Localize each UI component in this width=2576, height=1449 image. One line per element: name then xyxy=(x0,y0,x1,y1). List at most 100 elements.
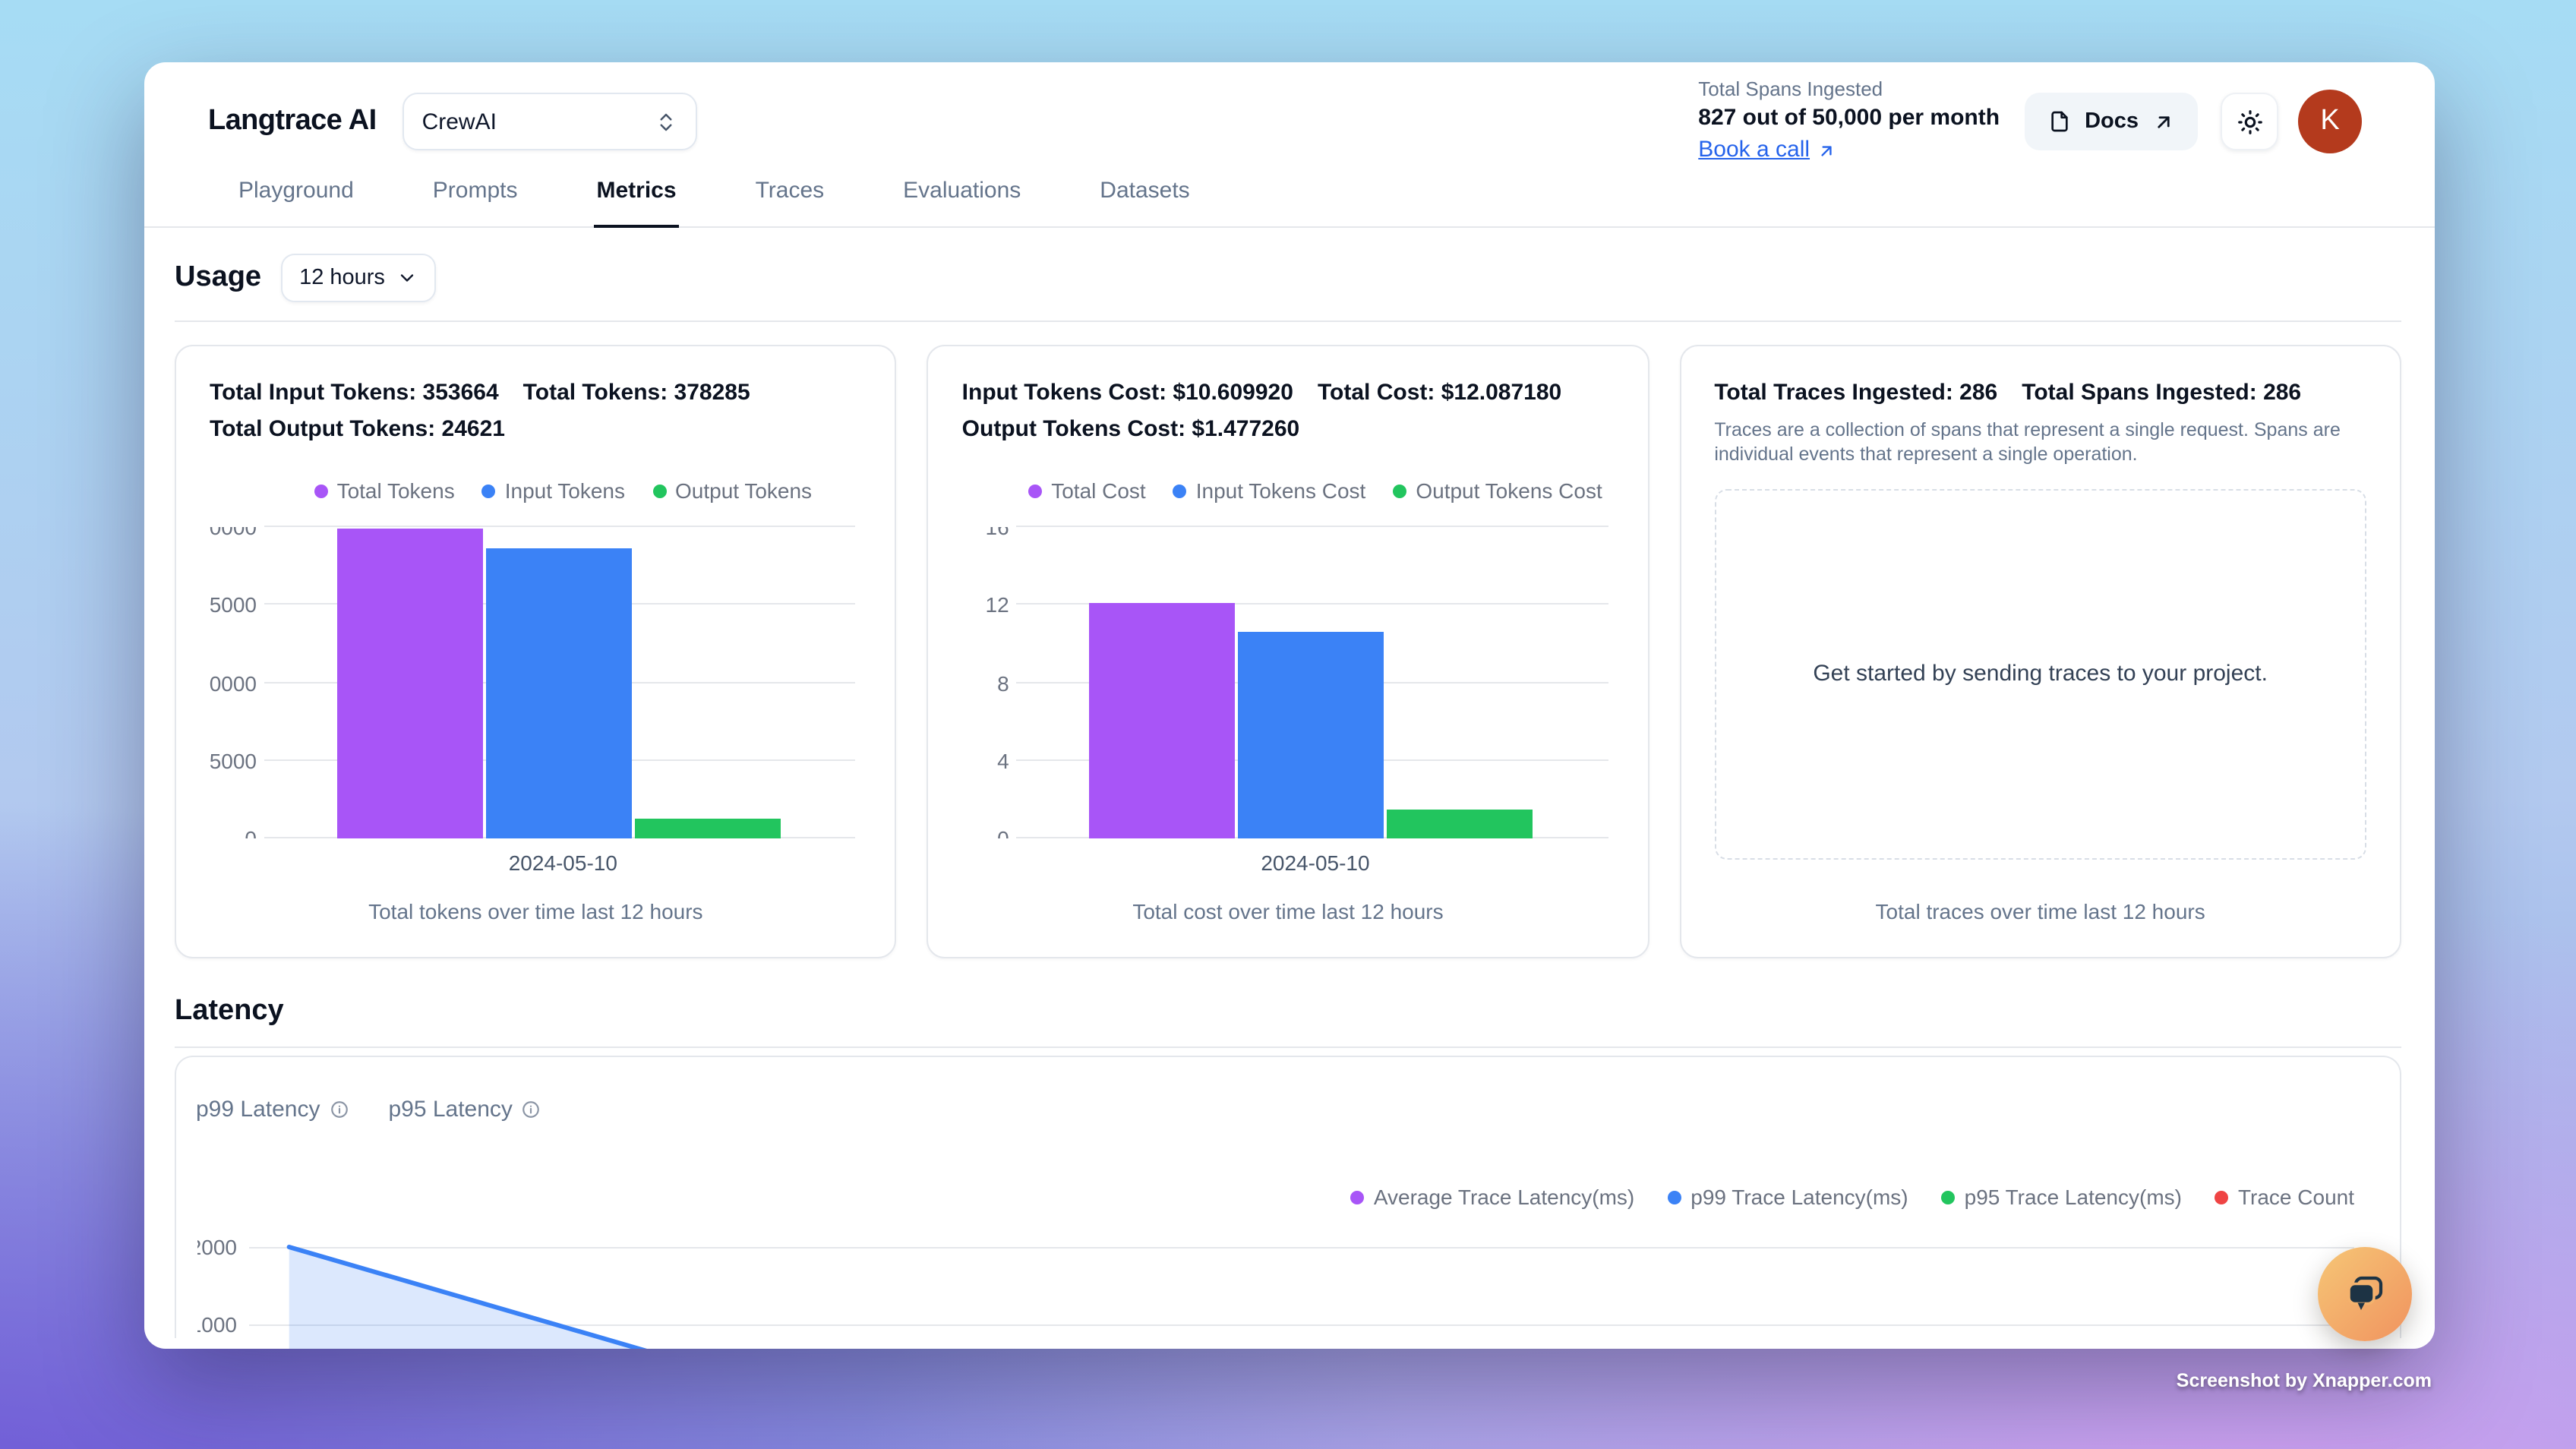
legend-dot xyxy=(1393,484,1406,497)
legend-label: Input Tokens Cost xyxy=(1196,478,1366,503)
latency-title: Latency xyxy=(175,995,284,1028)
stat-total-output-tokens: Total Output Tokens: 24621 xyxy=(210,416,505,442)
x-axis-tick-label: 2024-05-10 xyxy=(1017,851,1615,875)
project-selector[interactable]: CrewAI xyxy=(402,93,697,150)
stat-total-input-tokens: Total Input Tokens: 353664 xyxy=(210,380,499,406)
legend-item: Input Tokens xyxy=(482,478,625,503)
usage-cards-row: Total Input Tokens: 353664 Total Tokens:… xyxy=(175,345,2401,958)
info-icon[interactable] xyxy=(329,1100,349,1119)
y-tick-label: 4 xyxy=(997,749,1009,773)
stat-total-traces-ingested: Total Traces Ingested: 286 xyxy=(1714,380,1997,406)
legend-item: Total Tokens xyxy=(314,478,455,503)
y-tick-label: 95000 xyxy=(210,749,257,773)
legend-item: Average Trace Latency(ms) xyxy=(1351,1185,1634,1209)
y-tick-label: 1000 xyxy=(197,1312,237,1337)
latency-card: p99 Latency p95 Latency Average Trace La… xyxy=(175,1056,2401,1338)
arrow-up-right-icon xyxy=(2152,110,2175,133)
legend-item: Input Tokens Cost xyxy=(1173,478,1366,503)
section-divider xyxy=(175,1046,2401,1048)
project-selector-value: CrewAI xyxy=(422,109,642,134)
y-tick-label: 0 xyxy=(245,826,257,838)
tab-datasets[interactable]: Datasets xyxy=(1097,169,1192,226)
tokens-bar-chart: 095000190000285000380000 xyxy=(210,527,862,838)
stat-total-cost: Total Cost: $12.087180 xyxy=(1318,380,1561,406)
plot-area xyxy=(1017,527,1615,838)
cost-card: Input Tokens Cost: $10.609920 Total Cost… xyxy=(927,345,1649,958)
legend-dot xyxy=(1173,484,1187,497)
plot-area xyxy=(264,527,862,838)
y-axis: 0 4 8 12 16 xyxy=(962,527,1017,838)
latency-metric-tabs: p99 Latency p95 Latency xyxy=(176,1057,2400,1122)
docs-button-label: Docs xyxy=(2085,109,2139,134)
x-axis-tick-label: 2024-05-10 xyxy=(264,851,862,875)
usage-section-header: Usage 12 hours xyxy=(175,254,2401,302)
spans-meter-value: 827 out of 50,000 per month xyxy=(1698,103,2000,134)
spans-meter-label: Total Spans Ingested xyxy=(1698,75,2000,103)
time-range-select[interactable]: 12 hours xyxy=(281,254,437,302)
legend-item: p95 Trace Latency(ms) xyxy=(1942,1185,2182,1209)
cost-chart-caption: Total cost over time last 12 hours xyxy=(962,878,1615,923)
watermark: Screenshot by Xnapper.com xyxy=(2177,1370,2432,1391)
info-icon[interactable] xyxy=(522,1100,541,1119)
bar-total-tokens xyxy=(337,529,483,838)
legend-item: Trace Count xyxy=(2215,1185,2354,1209)
legend-dot xyxy=(652,484,666,497)
y-tick-label: 8 xyxy=(997,671,1009,695)
traces-empty-state: Get started by sending traces to your pr… xyxy=(1714,488,2366,860)
theme-toggle-button[interactable] xyxy=(2221,93,2278,150)
legend-label: Trace Count xyxy=(2238,1185,2354,1209)
legend-label: Average Trace Latency(ms) xyxy=(1374,1185,1634,1209)
traces-card: Total Traces Ingested: 286 Total Spans I… xyxy=(1679,345,2401,958)
tab-prompts[interactable]: Prompts xyxy=(430,169,521,226)
tokens-chart-caption: Total tokens over time last 12 hours xyxy=(210,878,862,923)
main-nav: Playground Prompts Metrics Traces Evalua… xyxy=(144,169,2435,228)
traces-description: Traces are a collection of spans that re… xyxy=(1714,418,2366,467)
latency-section-header: Latency xyxy=(175,995,2401,1028)
p95-latency-label: p95 Latency xyxy=(388,1097,512,1122)
brand-logo: Langtrace AI xyxy=(208,105,377,138)
legend-label: Input Tokens xyxy=(505,478,625,503)
docs-button[interactable]: Docs xyxy=(2024,93,2198,150)
cost-stats: Input Tokens Cost: $10.609920 Total Cost… xyxy=(962,380,1615,442)
y-tick-label: 16 xyxy=(986,527,1009,539)
chevrons-up-down-icon xyxy=(655,110,677,133)
tokens-card: Total Input Tokens: 353664 Total Tokens:… xyxy=(175,345,897,958)
page-content: Usage 12 hours Total Input Tokens: 35366… xyxy=(144,254,2435,1338)
section-divider xyxy=(175,320,2401,322)
stat-output-tokens-cost: Output Tokens Cost: $1.477260 xyxy=(962,416,1300,442)
tab-evaluations[interactable]: Evaluations xyxy=(900,169,1024,226)
y-tick-label: 12 xyxy=(986,593,1009,617)
legend-label: Total Tokens xyxy=(337,478,455,503)
bar-input-tokens-cost xyxy=(1239,632,1384,838)
legend-item: p99 Trace Latency(ms) xyxy=(1668,1185,1908,1209)
tokens-chart-legend: Total Tokens Input Tokens Output Tokens xyxy=(264,478,862,503)
y-axis: 095000190000285000380000 xyxy=(210,527,264,838)
chevron-down-icon xyxy=(397,267,418,289)
legend-item: Output Tokens Cost xyxy=(1393,478,1602,503)
stat-total-tokens: Total Tokens: 378285 xyxy=(523,380,750,406)
tab-metrics[interactable]: Metrics xyxy=(594,169,680,228)
file-icon xyxy=(2047,109,2071,134)
legend-label: Total Cost xyxy=(1051,478,1146,503)
legend-label: p99 Trace Latency(ms) xyxy=(1690,1185,1908,1209)
book-a-call-link[interactable]: Book a call xyxy=(1698,136,1836,167)
screenshot-viewport: Langtrace AI CrewAI Total Spans Ingested… xyxy=(0,0,2576,1449)
y-tick-label: 285000 xyxy=(210,593,257,617)
latency-y-axis: 2000 1000 xyxy=(197,1057,237,1338)
sun-icon xyxy=(2235,107,2264,136)
y-tick-label: 380000 xyxy=(210,527,257,539)
chat-widget-button[interactable] xyxy=(2318,1247,2412,1341)
tab-traces[interactable]: Traces xyxy=(753,169,828,226)
legend-dot xyxy=(1668,1190,1681,1204)
legend-label: p95 Trace Latency(ms) xyxy=(1965,1185,2182,1209)
bar-output-tokens-cost xyxy=(1387,810,1533,838)
tab-p95-latency[interactable]: p95 Latency xyxy=(388,1097,541,1122)
time-range-value: 12 hours xyxy=(299,266,385,290)
avatar[interactable]: K xyxy=(2298,90,2362,153)
legend-label: Output Tokens Cost xyxy=(1416,478,1602,503)
legend-dot xyxy=(2215,1190,2229,1204)
y-tick-label: 0 xyxy=(997,826,1009,838)
latency-area-chart xyxy=(249,1209,2354,1349)
tab-playground[interactable]: Playground xyxy=(235,169,357,226)
legend-dot xyxy=(1028,484,1042,497)
